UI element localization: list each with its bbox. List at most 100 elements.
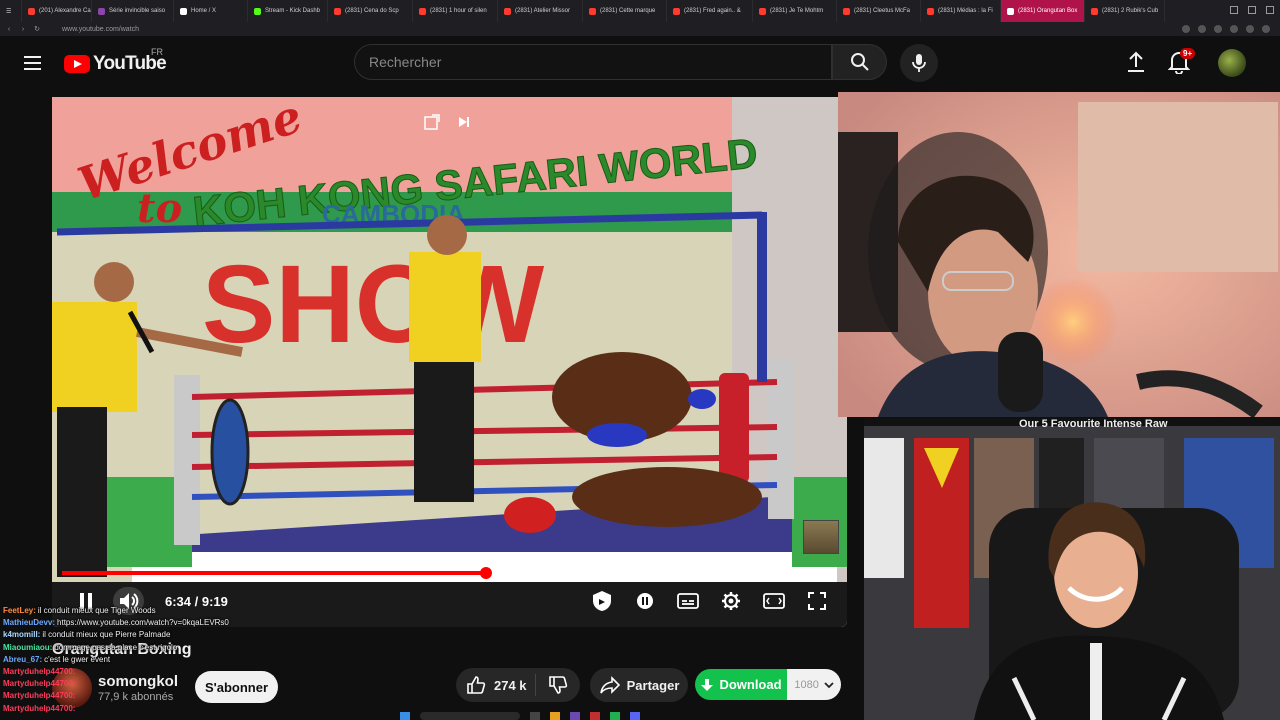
fullscreen-icon bbox=[807, 592, 826, 610]
taskbar-app-icon[interactable] bbox=[530, 712, 540, 720]
quality-value: 1080 bbox=[794, 678, 819, 691]
create-button[interactable] bbox=[1124, 50, 1148, 79]
banner-to: to bbox=[137, 185, 182, 232]
browser-tab[interactable]: (2831) Cena do Scp bbox=[328, 0, 413, 22]
notification-count-badge: 9+ bbox=[1180, 48, 1196, 59]
extension-icon[interactable] bbox=[1214, 25, 1222, 33]
browser-menu-icon[interactable]: ☰ bbox=[0, 0, 22, 22]
search-button[interactable] bbox=[832, 44, 887, 80]
extension-icon[interactable] bbox=[1262, 25, 1270, 33]
browser-tab[interactable]: Série invincible saiso bbox=[92, 0, 174, 22]
voice-search-button[interactable] bbox=[900, 44, 938, 82]
settings-button[interactable] bbox=[715, 587, 746, 615]
browser-tab[interactable]: (2831) Orangutan Box bbox=[1001, 0, 1085, 22]
chat-username: Martyduhelp44700: bbox=[3, 691, 76, 701]
chat-username: MathieuDevv: bbox=[3, 618, 56, 628]
tab-favicon-icon bbox=[334, 7, 341, 15]
url-field[interactable]: www.youtube.com/watch bbox=[62, 26, 139, 33]
upload-icon bbox=[1128, 51, 1144, 72]
guide-menu-icon[interactable] bbox=[24, 56, 41, 70]
like-button[interactable]: 274 k bbox=[456, 674, 536, 696]
minimize-icon[interactable] bbox=[1230, 6, 1238, 14]
chat-username: FeetLey: bbox=[3, 606, 36, 615]
browser-tab[interactable]: (2831) Cleetus McFa bbox=[837, 0, 921, 22]
chat-message: Martyduhelp44700: bbox=[3, 690, 263, 702]
chat-message: MathieuDevv: https://www.youtube.com/watc… bbox=[3, 617, 263, 629]
browser-tab[interactable]: (2831) Fred again.. & bbox=[667, 0, 753, 22]
tab-title: Série invincible saiso bbox=[109, 8, 166, 14]
chat-username: Martyduhelp44700: bbox=[3, 667, 76, 677]
browser-tab[interactable]: Home / X bbox=[174, 0, 248, 22]
browser-tab[interactable]: (2831) 1 hour of silen bbox=[413, 0, 498, 22]
streamer-webcam bbox=[838, 92, 1280, 417]
browser-tab[interactable]: (2831) Je Te Mohtm bbox=[753, 0, 837, 22]
extension-icon[interactable] bbox=[1182, 25, 1190, 33]
taskbar-app-icon[interactable] bbox=[610, 712, 620, 720]
extension-icon[interactable] bbox=[1198, 25, 1206, 33]
overlay-ticker-text: Our 5 Favourite Intense Raw bbox=[1019, 418, 1168, 430]
chat-message: Miaoumiaou: dommage pas sa place c'est ri… bbox=[3, 642, 263, 654]
video-player[interactable]: SHOW Welcome to KOH KONG SAFARI WORLD CA… bbox=[52, 97, 847, 627]
search-input[interactable] bbox=[355, 45, 831, 79]
subtitles-button[interactable] bbox=[672, 587, 703, 615]
stream-chat-overlay: FeetLey: il conduit mieux que Tiger Woods… bbox=[3, 605, 263, 715]
country-code: FR bbox=[151, 47, 163, 57]
endscreen-thumbnail[interactable] bbox=[803, 520, 839, 554]
browser-tab[interactable]: Stream - Kick Dashb bbox=[248, 0, 328, 22]
taskbar-app-icon[interactable] bbox=[590, 712, 600, 720]
fullscreen-button[interactable] bbox=[801, 587, 832, 615]
chat-username: Miaoumiaou: bbox=[3, 642, 53, 652]
browser-tab[interactable]: (2831) Atelier Missor bbox=[498, 0, 583, 22]
extension-icon[interactable] bbox=[1230, 25, 1238, 33]
browser-tab[interactable]: (2831) 2 Rubik's Cub bbox=[1085, 0, 1165, 22]
autoplay-toggle[interactable] bbox=[629, 587, 660, 615]
tab-favicon-icon bbox=[180, 7, 187, 15]
sponsorblock-button[interactable] bbox=[586, 587, 617, 615]
scrubber-handle[interactable] bbox=[479, 567, 492, 579]
taskbar-search[interactable] bbox=[420, 712, 520, 720]
show-sign-text: SHOW bbox=[202, 243, 544, 366]
forward-icon[interactable]: › bbox=[18, 26, 28, 33]
played-bar bbox=[62, 571, 486, 575]
next-video-icon[interactable] bbox=[456, 114, 472, 130]
tab-favicon-icon bbox=[673, 7, 680, 15]
dislike-button[interactable] bbox=[536, 675, 580, 695]
tab-title: (2831) Je Te Mohtm bbox=[770, 8, 824, 14]
youtube-logo[interactable]: YouTube FR bbox=[64, 47, 167, 75]
taskbar-app-icon[interactable] bbox=[570, 712, 580, 720]
chat-text: il conduit mieux que Tiger Woods bbox=[37, 606, 156, 615]
windows-start-icon[interactable] bbox=[400, 712, 410, 720]
share-icon bbox=[599, 676, 620, 694]
address-bar: ‹ › ↻ www.youtube.com/watch bbox=[0, 22, 1280, 36]
chat-message: k4momill: il conduit mieux que Pierre Pal… bbox=[3, 629, 263, 641]
browser-tab[interactable]: (2831) Cette marque bbox=[583, 0, 667, 22]
guest-webcam: Our 5 Favourite Intense Raw bbox=[864, 418, 1280, 720]
theater-mode-button[interactable] bbox=[758, 587, 789, 615]
tab-favicon-icon bbox=[419, 7, 426, 15]
chat-text: https://www.youtube.com/watch?v=0kqaLEVR… bbox=[57, 618, 229, 628]
chat-message: FeetLey: il conduit mieux que Tiger Woods bbox=[3, 605, 263, 617]
browser-tab[interactable]: (201) Alexandre Cam bbox=[22, 0, 92, 22]
back-icon[interactable]: ‹ bbox=[4, 26, 14, 33]
webcam-feed bbox=[838, 92, 1280, 417]
quality-select[interactable]: 1080 bbox=[787, 669, 841, 700]
chat-username: Martyduhelp44700: bbox=[3, 703, 76, 713]
browser-tab[interactable]: (2831) Médias : la Fi bbox=[921, 0, 1001, 22]
close-window-icon[interactable] bbox=[1266, 6, 1274, 14]
share-button[interactable]: Partager bbox=[590, 668, 688, 702]
taskbar-app-icon[interactable] bbox=[630, 712, 640, 720]
taskbar-app-icon[interactable] bbox=[550, 712, 560, 720]
search-box[interactable] bbox=[354, 44, 832, 80]
account-avatar[interactable] bbox=[1218, 49, 1246, 77]
download-button[interactable]: Download bbox=[695, 669, 787, 700]
extension-icon[interactable] bbox=[1246, 25, 1254, 33]
reload-icon[interactable]: ↻ bbox=[32, 25, 42, 33]
maximize-icon[interactable] bbox=[1248, 6, 1256, 14]
tab-favicon-icon bbox=[589, 7, 596, 15]
progress-bar[interactable] bbox=[62, 567, 664, 579]
like-dislike-group: 274 k bbox=[456, 668, 580, 702]
tab-title: (2831) Fred again.. & bbox=[684, 8, 741, 14]
youtube-play-icon bbox=[64, 55, 90, 73]
chevron-down-icon bbox=[823, 681, 834, 688]
miniplayer-icon[interactable] bbox=[424, 114, 440, 130]
